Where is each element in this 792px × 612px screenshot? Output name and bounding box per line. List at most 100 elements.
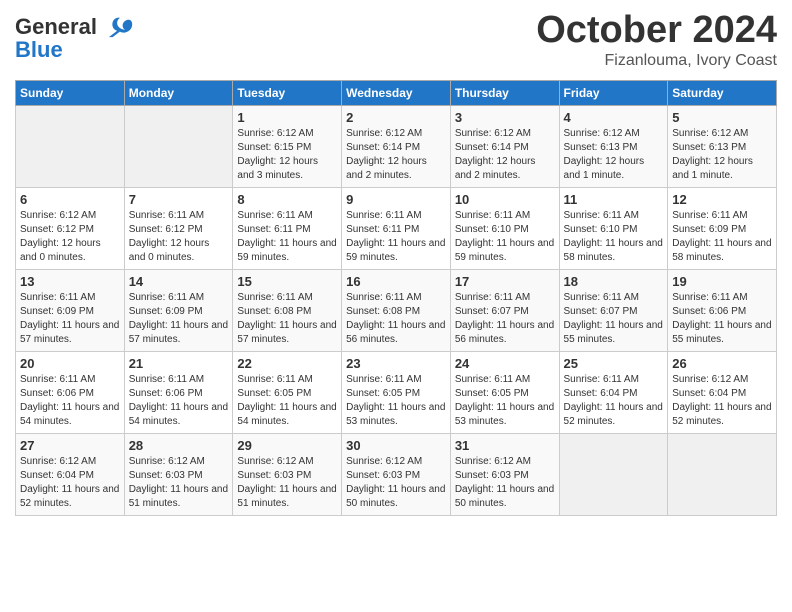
calendar-week-row: 6 Sunrise: 6:12 AM Sunset: 6:12 PM Daylig… [16,187,777,269]
day-info: Sunrise: 6:11 AM Sunset: 6:07 PM Dayligh… [564,291,664,347]
day-number: 25 [564,356,664,371]
calendar-cell: 2Sunrise: 6:12 AM Sunset: 6:14 PM Daylig… [342,105,451,187]
calendar-cell: 31 Sunrise: 6:12 AM Sunset: 6:03 PM Dayli… [450,433,559,515]
day-info: Sunrise: 6:12 AM Sunset: 6:04 PM Dayligh… [672,373,772,429]
calendar-cell: 24 Sunrise: 6:11 AM Sunset: 6:05 PM Dayli… [450,351,559,433]
calendar-cell: 14 Sunrise: 6:11 AM Sunset: 6:09 PM Dayli… [124,269,233,351]
day-number: 20 [20,356,120,371]
calendar-cell: 23Sunrise: 6:11 AM Sunset: 6:05 PM Dayli… [342,351,451,433]
day-info: Sunrise: 6:11 AM Sunset: 6:11 PM Dayligh… [346,209,446,265]
day-info: Sunrise: 6:12 AM Sunset: 6:13 PM Dayligh… [564,127,664,183]
day-number: 29 [237,438,337,453]
calendar-cell: 16 Sunrise: 6:11 AM Sunset: 6:08 PM Dayli… [342,269,451,351]
page-header: General Blue October 2024 Fizanlouma, Iv… [15,10,777,70]
day-info: Sunrise: 6:11 AM Sunset: 6:10 PM Dayligh… [455,209,555,265]
calendar-cell: 21 Sunrise: 6:11 AM Sunset: 6:06 PM Dayli… [124,351,233,433]
day-number: 21 [129,356,229,371]
day-info: Sunrise: 6:11 AM Sunset: 6:10 PM Dayligh… [564,209,664,265]
day-number: 13 [20,274,120,289]
calendar-cell: 17Sunrise: 6:11 AM Sunset: 6:07 PM Dayli… [450,269,559,351]
page-container: General Blue October 2024 Fizanlouma, Iv… [0,0,792,531]
day-info: Sunrise: 6:11 AM Sunset: 6:11 PM Dayligh… [237,209,337,265]
day-info: Sunrise: 6:12 AM Sunset: 6:03 PM Dayligh… [346,455,446,511]
calendar-week-row: 1Sunrise: 6:12 AM Sunset: 6:15 PM Daylig… [16,105,777,187]
day-info: Sunrise: 6:11 AM Sunset: 6:05 PM Dayligh… [237,373,337,429]
header-day-wednesday: Wednesday [342,80,451,105]
day-info: Sunrise: 6:12 AM Sunset: 6:03 PM Dayligh… [455,455,555,511]
calendar-cell [559,433,668,515]
calendar-cell: 7 Sunrise: 6:11 AM Sunset: 6:12 PM Daylig… [124,187,233,269]
day-number: 4 [564,110,664,125]
calendar-cell [16,105,125,187]
calendar-cell: 25 Sunrise: 6:11 AM Sunset: 6:04 PM Dayli… [559,351,668,433]
day-info: Sunrise: 6:12 AM Sunset: 6:04 PM Dayligh… [20,455,120,511]
day-info: Sunrise: 6:11 AM Sunset: 6:08 PM Dayligh… [237,291,337,347]
calendar-cell: 8Sunrise: 6:11 AM Sunset: 6:11 PM Daylig… [233,187,342,269]
day-info: Sunrise: 6:12 AM Sunset: 6:15 PM Dayligh… [237,127,337,183]
logo-blue: Blue [15,39,133,61]
day-number: 6 [20,192,120,207]
day-info: Sunrise: 6:12 AM Sunset: 6:03 PM Dayligh… [237,455,337,511]
day-number: 31 [455,438,555,453]
calendar-cell: 29 Sunrise: 6:12 AM Sunset: 6:03 PM Dayli… [233,433,342,515]
day-info: Sunrise: 6:11 AM Sunset: 6:04 PM Dayligh… [564,373,664,429]
calendar-header-row: SundayMondayTuesdayWednesdayThursdayFrid… [16,80,777,105]
calendar-cell: 19 Sunrise: 6:11 AM Sunset: 6:06 PM Dayli… [668,269,777,351]
calendar-week-row: 13 Sunrise: 6:11 AM Sunset: 6:09 PM Dayli… [16,269,777,351]
calendar-cell: 15Sunrise: 6:11 AM Sunset: 6:08 PM Dayli… [233,269,342,351]
logo: General Blue [15,15,133,61]
calendar-cell: 30 Sunrise: 6:12 AM Sunset: 6:03 PM Dayli… [342,433,451,515]
day-info: Sunrise: 6:11 AM Sunset: 6:06 PM Dayligh… [129,373,229,429]
day-number: 11 [564,192,664,207]
day-number: 22 [237,356,337,371]
calendar-cell: 27Sunrise: 6:12 AM Sunset: 6:04 PM Dayli… [16,433,125,515]
logo-bird-icon [105,17,133,39]
month-title: October 2024 [536,10,777,52]
day-info: Sunrise: 6:11 AM Sunset: 6:07 PM Dayligh… [455,291,555,347]
calendar-cell: 18 Sunrise: 6:11 AM Sunset: 6:07 PM Dayli… [559,269,668,351]
day-number: 19 [672,274,772,289]
day-info: Sunrise: 6:11 AM Sunset: 6:12 PM Dayligh… [129,209,229,265]
header-day-sunday: Sunday [16,80,125,105]
day-info: Sunrise: 6:11 AM Sunset: 6:06 PM Dayligh… [672,291,772,347]
calendar-week-row: 27Sunrise: 6:12 AM Sunset: 6:04 PM Dayli… [16,433,777,515]
day-number: 5 [672,110,772,125]
day-info: Sunrise: 6:11 AM Sunset: 6:09 PM Dayligh… [129,291,229,347]
day-number: 10 [455,192,555,207]
day-number: 7 [129,192,229,207]
day-info: Sunrise: 6:11 AM Sunset: 6:05 PM Dayligh… [346,373,446,429]
day-number: 26 [672,356,772,371]
day-info: Sunrise: 6:11 AM Sunset: 6:08 PM Dayligh… [346,291,446,347]
calendar-cell: 28Sunrise: 6:12 AM Sunset: 6:03 PM Dayli… [124,433,233,515]
day-info: Sunrise: 6:11 AM Sunset: 6:05 PM Dayligh… [455,373,555,429]
title-area: October 2024 Fizanlouma, Ivory Coast [536,10,777,70]
day-info: Sunrise: 6:12 AM Sunset: 6:14 PM Dayligh… [455,127,555,183]
day-number: 16 [346,274,446,289]
day-info: Sunrise: 6:12 AM Sunset: 6:12 PM Dayligh… [20,209,120,265]
calendar-cell: 6 Sunrise: 6:12 AM Sunset: 6:12 PM Daylig… [16,187,125,269]
day-number: 24 [455,356,555,371]
location-subtitle: Fizanlouma, Ivory Coast [536,52,777,70]
logo-general: General [15,14,97,39]
calendar-cell: 12Sunrise: 6:11 AM Sunset: 6:09 PM Dayli… [668,187,777,269]
calendar-cell: 13 Sunrise: 6:11 AM Sunset: 6:09 PM Dayli… [16,269,125,351]
calendar-cell: 5 Sunrise: 6:12 AM Sunset: 6:13 PM Daylig… [668,105,777,187]
calendar-cell: 26 Sunrise: 6:12 AM Sunset: 6:04 PM Dayli… [668,351,777,433]
day-number: 14 [129,274,229,289]
day-info: Sunrise: 6:12 AM Sunset: 6:03 PM Dayligh… [129,455,229,511]
calendar-week-row: 20 Sunrise: 6:11 AM Sunset: 6:06 PM Dayli… [16,351,777,433]
day-number: 30 [346,438,446,453]
calendar-cell: 4 Sunrise: 6:12 AM Sunset: 6:13 PM Daylig… [559,105,668,187]
day-info: Sunrise: 6:11 AM Sunset: 6:09 PM Dayligh… [20,291,120,347]
calendar-cell: 11 Sunrise: 6:11 AM Sunset: 6:10 PM Dayli… [559,187,668,269]
calendar-cell: 1Sunrise: 6:12 AM Sunset: 6:15 PM Daylig… [233,105,342,187]
calendar-cell: 20 Sunrise: 6:11 AM Sunset: 6:06 PM Dayli… [16,351,125,433]
day-info: Sunrise: 6:11 AM Sunset: 6:06 PM Dayligh… [20,373,120,429]
header-day-monday: Monday [124,80,233,105]
calendar-cell [124,105,233,187]
calendar-table: SundayMondayTuesdayWednesdayThursdayFrid… [15,80,777,516]
day-number: 18 [564,274,664,289]
day-info: Sunrise: 6:12 AM Sunset: 6:13 PM Dayligh… [672,127,772,183]
day-number: 3 [455,110,555,125]
day-number: 9 [346,192,446,207]
